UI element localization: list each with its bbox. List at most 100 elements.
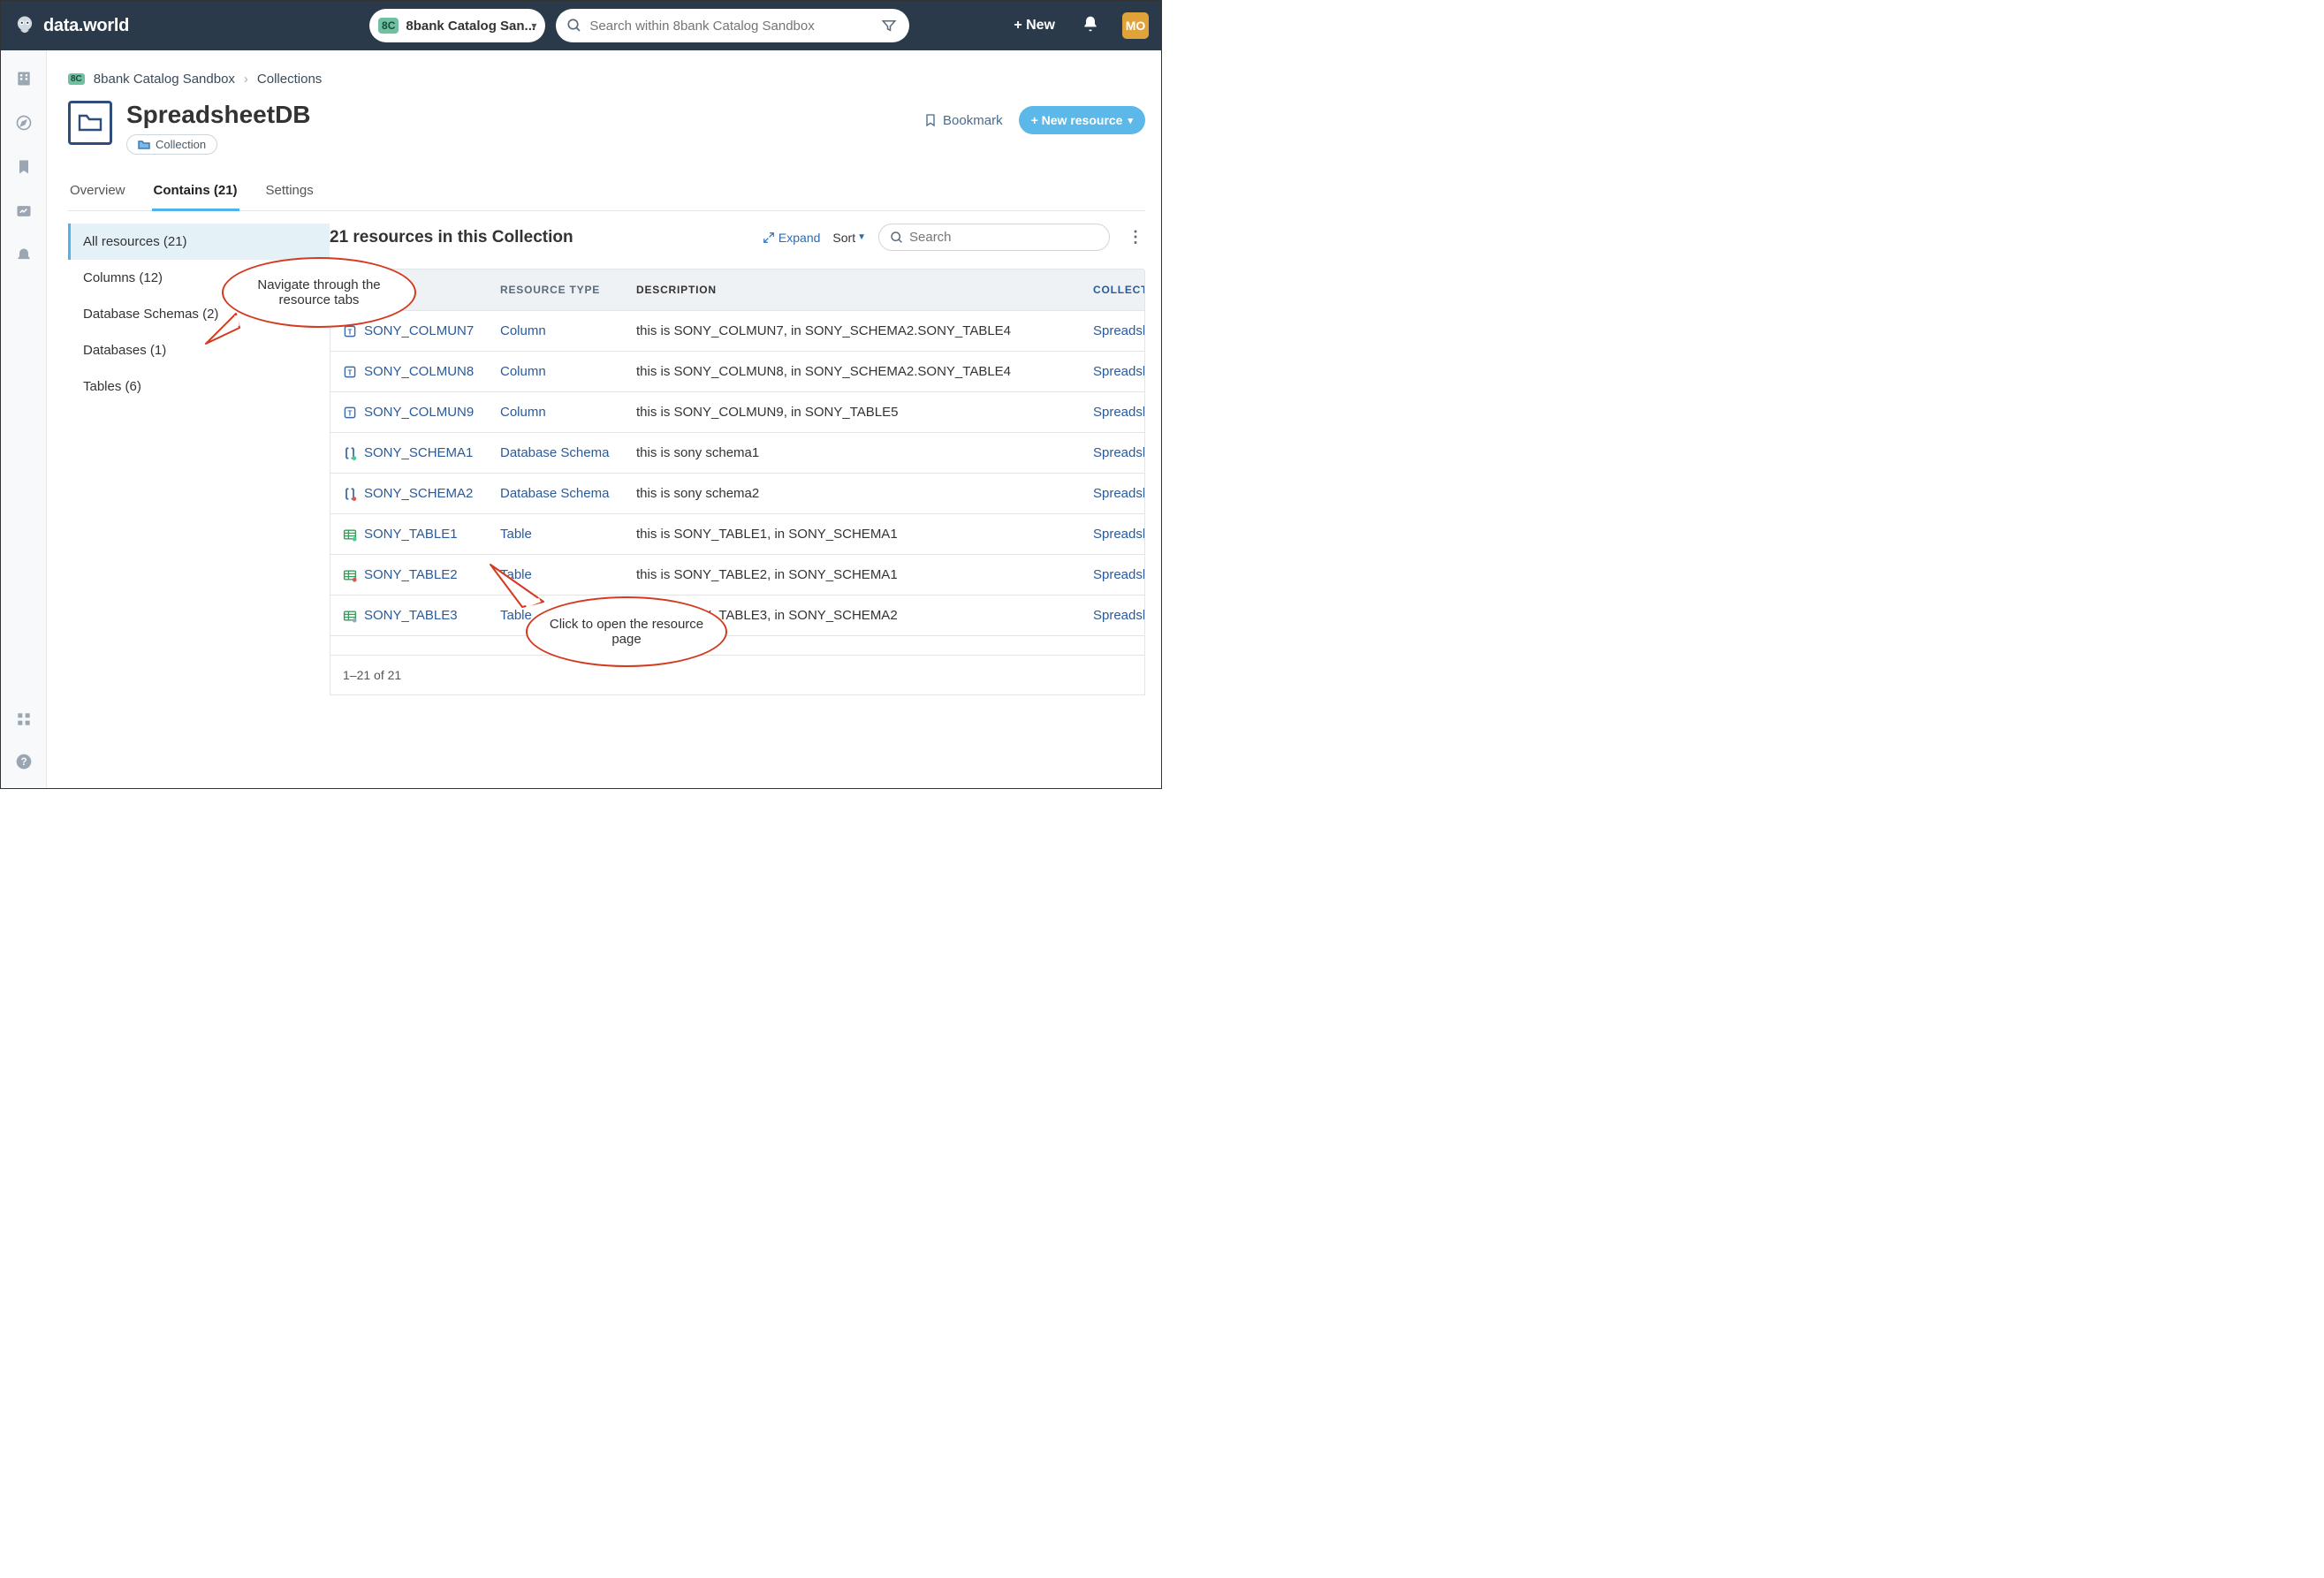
search-icon	[890, 231, 904, 245]
sidebar-item-all[interactable]: All resources (21)	[68, 224, 330, 260]
resource-coll-cell[interactable]: Spreadshe	[1081, 352, 1144, 391]
table-row[interactable]: SONY_TABLE2Tablethis is SONY_TABLE2, in …	[330, 554, 1144, 595]
page-title: SpreadsheetDB	[126, 101, 311, 129]
crumb-section[interactable]: Collections	[257, 72, 322, 87]
resource-coll-cell[interactable]: Spreadshe	[1081, 514, 1144, 554]
content-heading: 21 resources in this Collection	[330, 228, 750, 247]
col-type[interactable]: RESOURCE TYPE	[488, 269, 624, 310]
search-input[interactable]	[582, 19, 881, 34]
catalog-selector[interactable]: 8C 8bank Catalog San... ▾	[369, 9, 545, 42]
explore-icon[interactable]	[15, 114, 33, 132]
resource-desc-cell: this is SONY_COLMUN9, in SONY_TABLE5	[624, 392, 1081, 432]
brand-logo[interactable]: data.world	[13, 14, 129, 37]
resource-desc-cell: this is sony schema2	[624, 474, 1081, 513]
resource-desc-cell: this is SONY_COLMUN7, in SONY_SCHEMA2.SO…	[624, 311, 1081, 351]
table-row[interactable]: TSONY_COLMUN8 Columnthis is SONY_COLMUN8,…	[330, 351, 1144, 391]
svg-text:?: ?	[20, 756, 27, 768]
breadcrumb: 8C 8bank Catalog Sandbox › Collections	[68, 72, 1145, 87]
resource-name-cell[interactable]: SONY_TABLE2	[343, 567, 475, 582]
crumb-sep: ›	[244, 72, 248, 87]
resource-type-cell[interactable]: Column	[488, 352, 624, 391]
resource-name-cell[interactable]: TSONY_COLMUN8	[343, 364, 475, 379]
search-icon	[566, 18, 582, 34]
more-menu[interactable]: ⋮	[1122, 228, 1145, 247]
annotation-click: Click to open the resource page	[526, 596, 729, 685]
resource-desc-cell: this is SONY_TABLE1, in SONY_SCHEMA1	[624, 514, 1081, 554]
resource-table: RESOURCE TYPE DESCRIPTION COLLECT TSONY_…	[330, 269, 1145, 656]
folder-icon	[78, 112, 103, 133]
resource-coll-cell[interactable]: Spreadshe	[1081, 392, 1144, 432]
crumb-org[interactable]: 8bank Catalog Sandbox	[94, 72, 235, 87]
resource-coll-cell[interactable]: Spreadshe	[1081, 555, 1144, 595]
resource-type-cell[interactable]: Column	[488, 392, 624, 432]
tabs: Overview Contains (21) Settings	[68, 176, 1145, 211]
resource-type-cell[interactable]: Table	[488, 514, 624, 554]
tab-overview[interactable]: Overview	[68, 176, 127, 210]
resource-name-cell[interactable]: TSONY_COLMUN9	[343, 405, 475, 420]
resource-desc-cell: this is SONY_TABLE2, in SONY_SCHEMA1	[624, 555, 1081, 595]
metrics-icon[interactable]	[15, 202, 33, 220]
empty-row	[330, 635, 1144, 655]
new-button[interactable]: + New	[1005, 12, 1064, 39]
resource-type-cell[interactable]: Database Schema	[488, 433, 624, 473]
alerts-icon[interactable]	[15, 247, 33, 264]
resource-name-cell[interactable]: SONY_TABLE1	[343, 527, 475, 542]
chevron-down-icon: ▾	[1128, 115, 1133, 126]
org-icon[interactable]	[15, 70, 33, 87]
apps-icon[interactable]	[15, 710, 33, 728]
tab-settings[interactable]: Settings	[264, 176, 315, 210]
filter-icon[interactable]	[881, 18, 897, 34]
topbar: data.world 8C 8bank Catalog San... ▾ + N…	[1, 1, 1161, 50]
collection-icon	[68, 101, 112, 145]
resource-name-cell[interactable]: SONY_SCHEMA2	[343, 486, 475, 501]
content-search[interactable]	[878, 224, 1110, 251]
crumb-badge: 8C	[68, 73, 85, 85]
resource-type-cell[interactable]: Database Schema	[488, 474, 624, 513]
bookmark-button[interactable]: Bookmark	[923, 112, 1003, 128]
collection-chip[interactable]: Collection	[126, 134, 217, 155]
expand-button[interactable]: Expand	[763, 231, 820, 245]
table-footer: 1–21 of 21	[330, 656, 1145, 695]
resource-coll-cell[interactable]: Spreadshe	[1081, 311, 1144, 351]
svg-text:T: T	[348, 368, 353, 376]
notifications-button[interactable]	[1075, 15, 1106, 37]
table-row[interactable]: SONY_SCHEMA1 Database Schemathis is sony …	[330, 432, 1144, 473]
resource-name-cell[interactable]: SONY_TABLE3	[343, 608, 475, 623]
col-coll[interactable]: COLLECT	[1081, 269, 1144, 310]
table-row[interactable]: TSONY_COLMUN9 Columnthis is SONY_COLMUN9,…	[330, 391, 1144, 432]
resource-name-cell[interactable]: SONY_SCHEMA1	[343, 445, 475, 460]
resource-type-cell[interactable]: Column	[488, 311, 624, 351]
tab-contains[interactable]: Contains (21)	[152, 176, 239, 211]
global-search[interactable]	[556, 9, 909, 42]
bookmark-rail-icon[interactable]	[15, 158, 33, 176]
bookmark-icon	[923, 112, 938, 128]
table-row[interactable]: SONY_SCHEMA2 Database Schemathis is sony …	[330, 473, 1144, 513]
user-avatar[interactable]: MO	[1122, 12, 1149, 39]
brand-text: data.world	[43, 16, 129, 36]
table-header: RESOURCE TYPE DESCRIPTION COLLECT	[330, 269, 1144, 310]
sort-button[interactable]: Sort ▼	[832, 231, 866, 245]
catalog-badge: 8C	[378, 18, 399, 34]
expand-icon	[763, 231, 775, 244]
content-search-input[interactable]	[904, 230, 1098, 245]
svg-text:T: T	[348, 409, 353, 417]
help-icon[interactable]: ?	[15, 753, 33, 770]
resource-coll-cell[interactable]: Spreadshe	[1081, 474, 1144, 513]
owl-icon	[13, 14, 36, 37]
caret-down-icon: ▼	[857, 232, 866, 242]
resource-coll-cell[interactable]: Spreadshe	[1081, 433, 1144, 473]
bell-icon	[1082, 15, 1099, 33]
nav-rail: ?	[1, 50, 47, 788]
resource-desc-cell: this is sony schema1	[624, 433, 1081, 473]
annotation-nav: Navigate through the resource tabs	[222, 257, 420, 345]
new-resource-button[interactable]: + New resource ▾	[1019, 106, 1145, 134]
table-row[interactable]: SONY_TABLE3Tablethis is SONY_TABLE3, in …	[330, 595, 1144, 635]
table-row[interactable]: SONY_TABLE1 Tablethis is SONY_TABLE1, in …	[330, 513, 1144, 554]
col-desc[interactable]: DESCRIPTION	[624, 269, 1081, 310]
folder-small-icon	[138, 140, 150, 150]
resource-desc-cell: this is SONY_COLMUN8, in SONY_SCHEMA2.SO…	[624, 352, 1081, 391]
resource-coll-cell[interactable]: Spreadshe	[1081, 596, 1144, 635]
table-row[interactable]: TSONY_COLMUN7Columnthis is SONY_COLMUN7,…	[330, 310, 1144, 351]
sidebar-item-tables[interactable]: Tables (6)	[68, 368, 330, 405]
catalog-label: 8bank Catalog San...	[399, 19, 531, 34]
